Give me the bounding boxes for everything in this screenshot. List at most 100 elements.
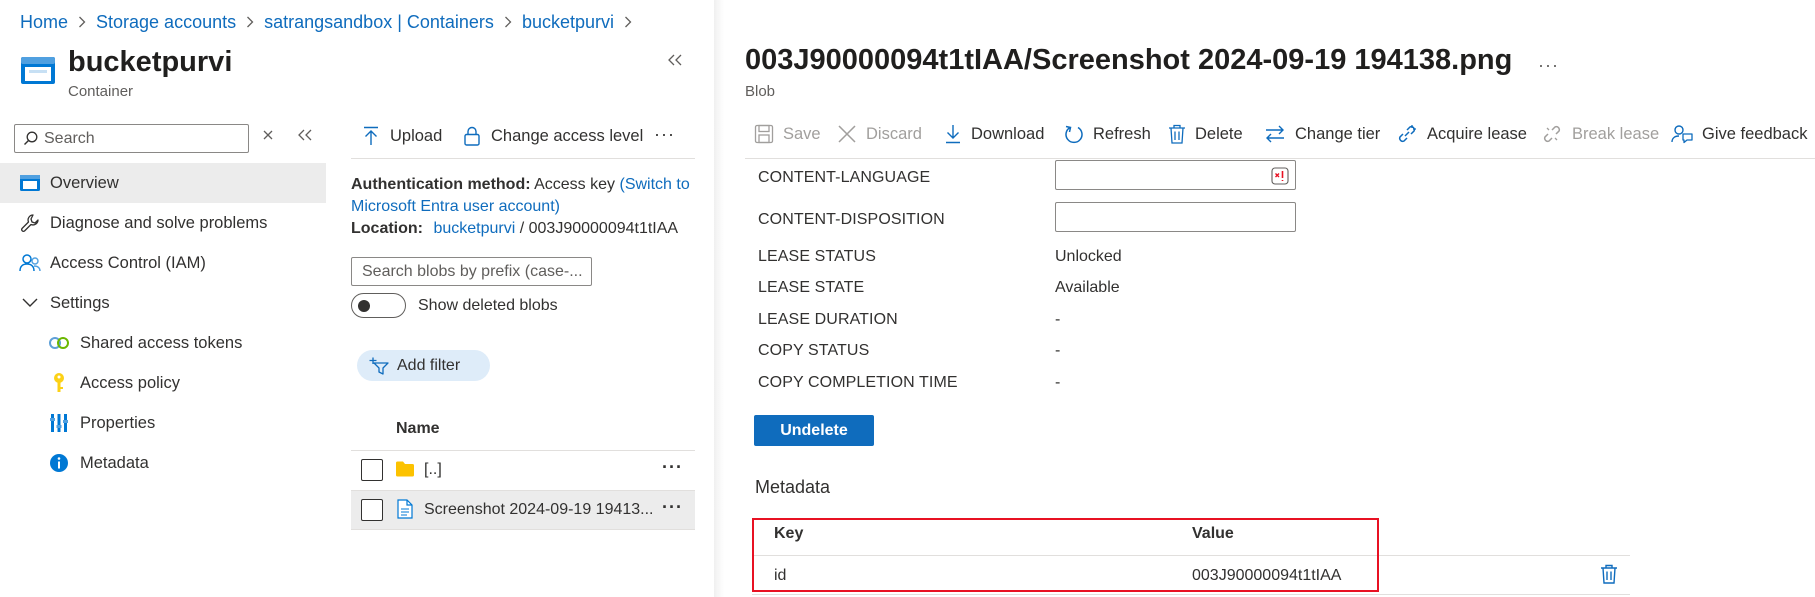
upload-button[interactable]: Upload — [362, 126, 442, 146]
row-name: Screenshot 2024-09-19 19413... — [424, 501, 654, 518]
wrench-icon — [19, 212, 41, 234]
name-column-header[interactable]: Name — [396, 420, 440, 438]
sidebar-item-label: Diagnose and solve problems — [50, 213, 268, 232]
sidebar-item-label: Settings — [50, 293, 110, 312]
breadcrumb-storage-accounts[interactable]: Storage accounts — [96, 12, 236, 33]
row-checkbox[interactable] — [361, 499, 383, 521]
property-value: - — [1055, 374, 1061, 391]
delete-metadata-icon[interactable] — [1600, 564, 1618, 584]
sidebar-item-label: Access Control (IAM) — [50, 253, 206, 272]
location-label: Location: — [351, 220, 423, 237]
acquire-lease-label: Acquire lease — [1427, 124, 1527, 143]
chevron-right-icon — [246, 16, 254, 28]
download-icon — [944, 124, 962, 144]
delete-button[interactable]: Delete — [1168, 124, 1243, 144]
breadcrumb-home[interactable]: Home — [20, 12, 68, 33]
add-filter-label: Add filter — [397, 356, 461, 374]
property-label: LEASE STATUS — [758, 248, 876, 265]
row-divider — [351, 529, 695, 530]
chevron-right-icon — [624, 16, 632, 28]
location-link[interactable]: bucketpurvi — [433, 220, 515, 237]
property-label: LEASE STATE — [758, 279, 865, 296]
metadata-divider — [752, 594, 1630, 595]
search-placeholder: Search — [44, 129, 95, 147]
row-more-icon[interactable]: ··· — [662, 497, 683, 518]
sidebar-item-label: Metadata — [80, 453, 149, 472]
sidebar-item-label: Overview — [50, 173, 119, 192]
refresh-label: Refresh — [1093, 124, 1151, 143]
show-deleted-label: Show deleted blobs — [418, 297, 558, 314]
sidebar-item-overview[interactable]: Overview — [0, 163, 326, 203]
sidebar-item-label: Access policy — [80, 373, 180, 392]
give-feedback-label: Give feedback — [1702, 124, 1808, 143]
give-feedback-button[interactable]: Give feedback — [1671, 124, 1807, 144]
content-language-input[interactable] — [1055, 160, 1296, 190]
blob-search-input[interactable]: Search blobs by prefix (case-... — [351, 257, 592, 286]
upload-icon — [362, 126, 380, 146]
blob-subtitle: Blob — [745, 83, 776, 100]
link-chain-icon — [1396, 124, 1418, 144]
sidebar-item-properties[interactable]: Properties — [0, 403, 326, 443]
property-value: Unlocked — [1055, 248, 1122, 265]
discard-label: Discard — [866, 124, 922, 143]
delete-label: Delete — [1195, 124, 1243, 143]
refresh-button[interactable]: Refresh — [1064, 124, 1151, 144]
search-icon — [23, 131, 38, 146]
key-icon — [48, 372, 70, 394]
row-name: [..] — [424, 461, 442, 478]
change-access-level-button[interactable]: Change access level — [463, 126, 643, 146]
save-button[interactable]: Save — [754, 124, 821, 144]
breadcrumb-bucketpurvi[interactable]: bucketpurvi — [522, 12, 614, 33]
discard-button[interactable]: Discard — [837, 124, 922, 144]
save-label: Save — [783, 124, 821, 143]
switch-auth-link[interactable]: (Switch to — [619, 176, 689, 193]
people-icon — [19, 252, 41, 274]
page-subtitle: Container — [68, 83, 134, 100]
sidebar-item-shared-access-tokens[interactable]: Shared access tokens — [0, 323, 326, 363]
list-item[interactable]: [..] ··· — [351, 451, 695, 489]
sidebar-search-input[interactable]: Search — [14, 124, 249, 153]
lock-icon — [463, 126, 481, 146]
switch-auth-link-continued[interactable]: Microsoft Entra user account) — [351, 198, 560, 216]
chevron-right-icon — [504, 16, 512, 28]
property-value: - — [1055, 342, 1061, 359]
location-line: Location: bucketpurvi / 003J90000094t1tI… — [351, 220, 678, 238]
clear-icon[interactable] — [262, 129, 274, 141]
location-path: / 003J90000094t1tIAA — [519, 220, 679, 237]
more-actions-button[interactable]: ··· — [654, 124, 675, 145]
collapse-icon[interactable] — [668, 54, 682, 66]
breadcrumb-containers[interactable]: satrangsandbox | Containers — [264, 12, 494, 33]
content-disposition-input[interactable] — [1055, 202, 1296, 232]
file-icon — [397, 499, 413, 519]
sidebar-item-metadata[interactable]: Metadata — [0, 443, 326, 483]
collapse-sidebar-icon[interactable] — [298, 129, 312, 141]
download-button[interactable]: Download — [944, 124, 1044, 144]
broken-link-icon — [1541, 124, 1563, 144]
auth-method-line: Authentication method: Access key (Switc… — [351, 176, 690, 194]
auth-method-value: Access key — [534, 176, 616, 193]
feedback-icon — [1671, 124, 1693, 144]
acquire-lease-button[interactable]: Acquire lease — [1396, 124, 1527, 144]
overview-icon — [19, 172, 41, 194]
close-icon — [837, 124, 857, 144]
sidebar-item-diagnose[interactable]: Diagnose and solve problems — [0, 203, 326, 243]
trash-icon — [1168, 124, 1186, 144]
undelete-button[interactable]: Undelete — [754, 415, 874, 446]
sidebar-item-access-policy[interactable]: Access policy — [0, 363, 326, 403]
sidebar-item-iam[interactable]: Access Control (IAM) — [0, 243, 326, 283]
property-label: LEASE DURATION — [758, 311, 898, 328]
blob-more-button[interactable]: ··· — [1538, 55, 1559, 76]
row-more-icon[interactable]: ··· — [662, 457, 683, 478]
row-checkbox[interactable] — [361, 459, 383, 481]
break-lease-button[interactable]: Break lease — [1541, 124, 1659, 144]
sidebar-item-settings[interactable]: Settings — [0, 283, 326, 323]
list-item-selected[interactable]: Screenshot 2024-09-19 19413... ··· — [351, 491, 695, 529]
toggle-knob — [358, 300, 370, 312]
change-tier-button[interactable]: Change tier — [1264, 124, 1380, 144]
info-icon — [48, 452, 70, 474]
metadata-heading: Metadata — [755, 477, 831, 497]
page-title: bucketpurvi — [68, 46, 233, 78]
change-access-label: Change access level — [491, 126, 644, 145]
breadcrumb: Home Storage accounts satrangsandbox | C… — [20, 10, 642, 34]
add-filter-button[interactable]: Add filter — [357, 350, 490, 381]
